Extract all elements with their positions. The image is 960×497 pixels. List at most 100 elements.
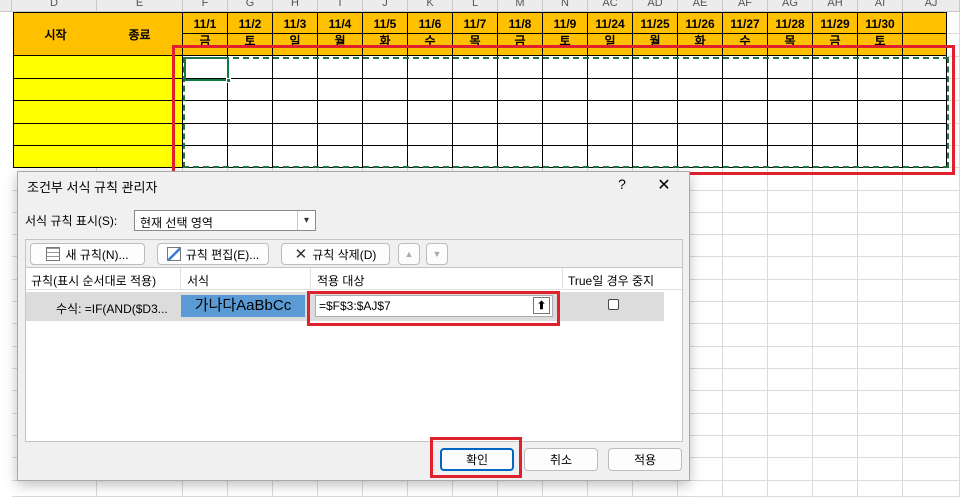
grid-cell[interactable] — [903, 458, 960, 481]
column-header[interactable]: AF — [723, 0, 768, 12]
grid-cell[interactable] — [858, 391, 903, 414]
column-header[interactable]: AI — [858, 0, 903, 12]
grid-cell[interactable] — [723, 481, 768, 497]
column-header[interactable]: I — [318, 0, 363, 12]
grid-cell[interactable] — [813, 280, 858, 302]
column-header[interactable]: AH — [813, 0, 858, 12]
column-header[interactable]: AE — [678, 0, 723, 12]
move-up-button[interactable]: ▲ — [398, 243, 420, 265]
grid-cell[interactable] — [768, 280, 813, 302]
grid-cell[interactable] — [813, 302, 858, 324]
grid-cell[interactable] — [858, 369, 903, 391]
grid-cell[interactable] — [858, 302, 903, 324]
show-rules-select[interactable]: 현재 선택 영역 ▾ — [134, 210, 316, 231]
grid-cell[interactable] — [768, 191, 813, 213]
grid-cell[interactable] — [903, 191, 960, 213]
input-cell[interactable] — [97, 101, 183, 124]
column-header[interactable]: G — [228, 0, 273, 12]
grid-cell[interactable] — [858, 191, 903, 213]
column-header[interactable]: L — [453, 0, 498, 12]
grid-cell[interactable] — [363, 481, 408, 497]
grid-cell[interactable] — [723, 347, 768, 369]
grid-cell[interactable] — [723, 235, 768, 257]
grid-cell[interactable] — [903, 391, 960, 414]
grid-cell[interactable] — [858, 280, 903, 302]
grid-cell[interactable] — [768, 436, 813, 458]
grid-cell[interactable] — [408, 481, 453, 497]
grid-cell[interactable] — [633, 481, 678, 497]
grid-cell[interactable] — [723, 257, 768, 280]
input-cell[interactable] — [13, 146, 98, 168]
stop-if-true-checkbox[interactable] — [608, 299, 619, 310]
grid-cell[interactable] — [813, 436, 858, 458]
grid-cell[interactable] — [903, 436, 960, 458]
grid-cell[interactable] — [903, 235, 960, 257]
grid-cell[interactable] — [768, 414, 813, 436]
grid-cell[interactable] — [228, 481, 273, 497]
grid-cell[interactable] — [813, 391, 858, 414]
grid-cell[interactable] — [903, 213, 960, 235]
grid-cell[interactable] — [858, 458, 903, 481]
grid-cell[interactable] — [903, 347, 960, 369]
grid-cell[interactable] — [813, 481, 858, 497]
input-cell[interactable] — [13, 101, 98, 124]
grid-cell[interactable] — [858, 347, 903, 369]
grid-cell[interactable] — [903, 302, 960, 324]
grid-cell[interactable] — [768, 458, 813, 481]
help-button[interactable]: ? — [614, 176, 630, 192]
grid-cell[interactable] — [768, 302, 813, 324]
input-cell[interactable] — [13, 79, 98, 101]
input-cell[interactable] — [97, 146, 183, 168]
grid-cell[interactable] — [768, 369, 813, 391]
grid-cell[interactable] — [723, 302, 768, 324]
grid-cell[interactable] — [813, 235, 858, 257]
grid-cell[interactable] — [813, 213, 858, 235]
column-header[interactable]: H — [273, 0, 318, 12]
grid-cell[interactable] — [858, 213, 903, 235]
column-header[interactable]: F — [183, 0, 228, 12]
grid-cell[interactable] — [858, 481, 903, 497]
grid-cell[interactable] — [813, 347, 858, 369]
column-header[interactable]: E — [97, 0, 183, 12]
grid-cell[interactable] — [858, 257, 903, 280]
grid-cell[interactable] — [453, 481, 498, 497]
new-rule-button[interactable]: 새 규칙(N)... — [30, 243, 145, 265]
grid-cell[interactable] — [723, 191, 768, 213]
grid-cell[interactable] — [768, 347, 813, 369]
column-header[interactable]: N — [543, 0, 588, 12]
grid-cell[interactable] — [858, 324, 903, 347]
grid-cell[interactable] — [768, 213, 813, 235]
input-cell[interactable] — [97, 124, 183, 146]
grid-cell[interactable] — [858, 235, 903, 257]
grid-cell[interactable] — [813, 324, 858, 347]
column-header[interactable]: J — [363, 0, 408, 12]
close-button[interactable]: ✕ — [654, 175, 674, 195]
grid-cell[interactable] — [858, 436, 903, 458]
grid-cell[interactable] — [768, 324, 813, 347]
grid-cell[interactable] — [723, 213, 768, 235]
grid-cell[interactable] — [183, 481, 228, 497]
grid-cell[interactable] — [903, 369, 960, 391]
input-cell[interactable] — [97, 56, 183, 79]
cancel-button[interactable]: 취소 — [524, 448, 598, 471]
grid-cell[interactable] — [723, 391, 768, 414]
grid-cell[interactable] — [813, 369, 858, 391]
grid-cell[interactable] — [813, 191, 858, 213]
column-header[interactable]: AC — [588, 0, 633, 12]
grid-cell[interactable] — [12, 481, 97, 497]
grid-cell[interactable] — [97, 481, 183, 497]
input-cell[interactable] — [13, 124, 98, 146]
grid-cell[interactable] — [903, 481, 960, 497]
column-header[interactable]: AG — [768, 0, 813, 12]
grid-cell[interactable] — [723, 414, 768, 436]
grid-cell[interactable] — [768, 481, 813, 497]
column-header[interactable]: K — [408, 0, 453, 12]
grid-cell[interactable] — [588, 481, 633, 497]
grid-cell[interactable] — [723, 369, 768, 391]
grid-cell[interactable] — [723, 436, 768, 458]
move-down-button[interactable]: ▼ — [426, 243, 448, 265]
edit-rule-button[interactable]: 규칙 편집(E)... — [157, 243, 269, 265]
grid-cell[interactable] — [768, 235, 813, 257]
column-header[interactable]: D — [12, 0, 97, 12]
grid-cell[interactable] — [723, 324, 768, 347]
